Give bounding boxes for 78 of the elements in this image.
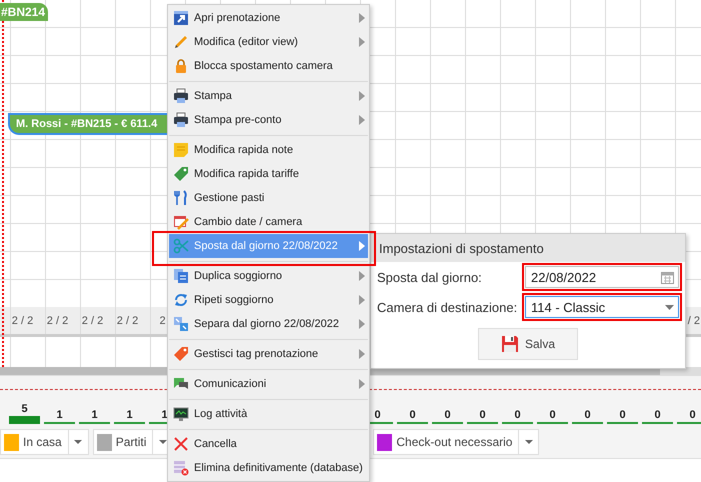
caret-icon	[74, 440, 82, 444]
count-text: 0	[689, 409, 696, 421]
menu-item[interactable]: Stampa	[169, 84, 368, 108]
legend-label: In casa	[22, 434, 63, 451]
chat-bubbles-icon	[173, 376, 189, 392]
submenu-arrow-icon	[359, 319, 365, 329]
menu-item[interactable]: Comunicazioni	[169, 372, 368, 396]
submenu-arrow-icon	[359, 13, 365, 23]
submenu-arrow-icon	[359, 91, 365, 101]
occupancy-text: 2 / 2	[46, 314, 70, 328]
count-text: 0	[514, 409, 521, 421]
field-label: Sposta dal giorno:	[377, 270, 483, 284]
count-text: 0	[479, 409, 486, 421]
count-text: 1	[91, 409, 98, 421]
dropdown-caret-icon	[665, 304, 674, 310]
calendar-icon	[661, 270, 674, 284]
count-text: 5	[21, 403, 28, 415]
cross-icon	[173, 436, 189, 452]
lock-icon	[173, 58, 189, 74]
menu-item[interactable]: Gestisci tag prenotazione	[169, 342, 368, 366]
tag-icon	[173, 346, 189, 362]
menu-item[interactable]: Cambio date / camera	[169, 210, 368, 234]
menu-item[interactable]: Separa dal giorno 22/08/2022	[169, 312, 368, 336]
panel-title: Impostazioni di spostamento	[371, 234, 685, 262]
menu-item[interactable]: Blocca spostamento camera	[169, 54, 368, 78]
count-text: 1	[56, 409, 63, 421]
occupancy-text: 2	[158, 314, 167, 328]
count-text: 1	[161, 409, 168, 421]
menu-item[interactable]: Ripeti soggiorno	[169, 288, 368, 312]
count-text: 1	[126, 409, 133, 421]
count-text: 0	[619, 409, 626, 421]
cycle-arrows-icon	[173, 292, 189, 308]
save-button[interactable]: Salva	[478, 328, 578, 360]
fork-knife-icon	[173, 190, 189, 206]
caret-icon	[524, 440, 533, 444]
documents-icon	[173, 268, 189, 284]
submenu-arrow-icon	[359, 295, 365, 305]
legend-filter[interactable]: Check-out necessario	[373, 429, 540, 455]
printer-icon	[173, 88, 189, 104]
submenu-arrow-icon	[359, 241, 365, 251]
database-delete-icon	[173, 460, 189, 476]
field-label: Camera di destinazione:	[377, 300, 518, 314]
count-text: 0	[444, 409, 451, 421]
monitor-icon	[173, 406, 189, 422]
submenu-arrow-icon	[359, 37, 365, 47]
menu-item[interactable]: Log attività	[169, 402, 368, 426]
menu-item[interactable]: Modifica (editor view)	[169, 30, 368, 54]
room-select[interactable]: 114 - Classic	[525, 296, 679, 318]
count-text: 0	[374, 409, 381, 421]
count-text: 0	[549, 409, 556, 421]
occupancy-text: 2 / 2	[10, 314, 34, 328]
pencil-icon	[173, 34, 189, 50]
menu-item[interactable]: Modifica rapida note	[169, 138, 368, 162]
menu-item[interactable]: Duplica soggiorno	[169, 264, 368, 288]
count-text: 0	[409, 409, 416, 421]
legend-filter[interactable]: In casa	[0, 429, 89, 455]
menu-item[interactable]: Modifica rapida tariffe	[169, 162, 368, 186]
occupancy-text: 2 / 2	[116, 314, 140, 328]
submenu-arrow-icon	[359, 349, 365, 359]
occupancy-text: / 2	[686, 314, 701, 328]
date-field[interactable]: 22/08/2022	[525, 266, 679, 288]
split-arrows-icon	[173, 316, 189, 332]
tag-icon	[173, 166, 189, 182]
menu-item[interactable]: Apri prenotazione	[169, 6, 368, 30]
legend-label: Check-out necessario	[395, 434, 514, 451]
submenu-arrow-icon	[359, 271, 365, 281]
count-text: 0	[654, 409, 661, 421]
menu-item[interactable]: Gestione pasti	[169, 186, 368, 210]
calendar-pencil-icon	[173, 214, 189, 230]
scissors-icon	[173, 238, 189, 254]
submenu-arrow-icon	[359, 115, 365, 125]
note-icon	[173, 142, 189, 158]
count-text: 0	[584, 409, 591, 421]
caret-icon	[158, 440, 167, 444]
occupancy-text: 2 / 2	[80, 314, 104, 328]
printer-icon	[173, 112, 189, 128]
legend-label: Partiti	[114, 434, 148, 451]
submenu-arrow-icon	[359, 379, 365, 389]
